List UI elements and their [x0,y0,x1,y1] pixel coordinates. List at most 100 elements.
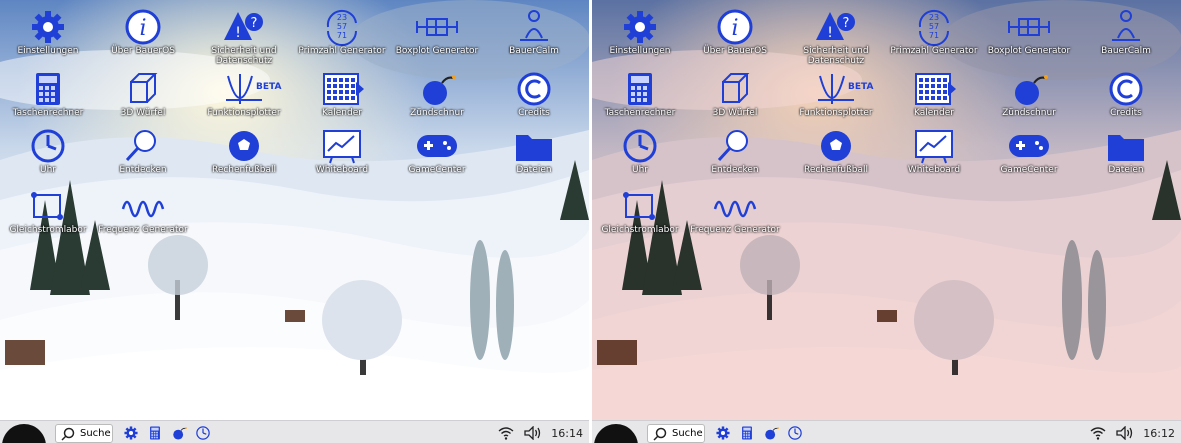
svg-text:57: 57 [337,22,347,31]
search-icon [653,427,667,441]
meditation-icon [1112,10,1140,41]
taskbar-clock-icon[interactable] [786,424,804,442]
taskbar-gear-icon[interactable] [714,424,732,442]
desktop-icon-gamecenter[interactable]: GameCenter [389,127,485,175]
desktop-icon-primzahl-generator[interactable]: 23 57 71 Primzahl Generator [886,8,982,56]
search-button[interactable]: Suche [55,424,113,443]
desktop-icon-bauercalm[interactable]: BauerCalm [486,8,582,56]
wifi-icon[interactable] [1090,426,1106,440]
taskbar-bomb-icon[interactable] [762,424,780,442]
desktop-icon-dateien[interactable]: Dateien [486,127,582,175]
desktop-icon-über-baueros[interactable]: i Über BauerOS [95,8,191,56]
desktop-icon-label: Gleichstromlabor [9,225,87,235]
desktop-icon-label: Credits [1110,108,1142,118]
desktop-icon-zündschnur[interactable]: Zündschnur [981,70,1077,118]
desktop-icon-gleichstromlabor[interactable]: Gleichstromlabor [592,187,688,235]
desktop-icon-credits[interactable]: Credits [486,70,582,118]
taskbar-calculator-icon[interactable] [146,424,164,442]
desktop-icon-einstellungen[interactable]: Einstellungen [592,8,688,56]
desktop-icon-dateien[interactable]: Dateien [1078,127,1174,175]
desktop-icon-taschenrechner[interactable]: Taschenrechner [592,70,688,118]
desktop-icon-entdecken[interactable]: Entdecken [95,127,191,175]
desktop-icon-label: Zündschnur [1002,108,1056,118]
clock-icon [623,129,657,163]
wifi-icon[interactable] [498,426,514,440]
svg-text:57: 57 [929,22,939,31]
svg-text:23: 23 [337,13,347,22]
search-label: Suche [80,428,111,439]
start-button[interactable] [594,424,638,443]
search-button[interactable]: Suche [647,424,705,443]
desktop-icon-gamecenter[interactable]: GameCenter [981,127,1077,175]
desktop-icon-label: Entdecken [119,165,167,175]
desktop-icon-label: Über BauerOS [703,46,767,56]
desktop-icon-funktionsplotter[interactable]: BETA Funktionsplotter [788,70,884,118]
desktop-icon-whiteboard[interactable]: Whiteboard [886,127,982,175]
taskbar-gear-icon[interactable] [122,424,140,442]
desktop-icon-label: Whiteboard [907,165,961,175]
svg-text:71: 71 [337,31,347,40]
desktop-icon-zündschnur[interactable]: Zündschnur [389,70,485,118]
clock-time[interactable]: 16:14 [551,422,583,443]
desktop-icon-grid: Einstellungen i Über BauerOS!? Sicherheit u… [592,0,1181,420]
desktop-icon-3d-würfel[interactable]: 3D Würfel [687,70,783,118]
desktop-icon-taschenrechner[interactable]: Taschenrechner [0,70,96,118]
desktop-icon-label: Frequenz Generator [98,225,188,235]
desktop-icon-kalender[interactable]: Kalender [294,70,390,118]
start-button[interactable] [2,424,46,443]
desktop-icon-gleichstromlabor[interactable]: Gleichstromlabor [0,187,96,235]
taskbar-bomb-icon[interactable] [170,424,188,442]
desktop-icon-bauercalm[interactable]: BauerCalm [1078,8,1174,56]
boxplot-icon [1008,18,1050,36]
desktop-icon-über-baueros[interactable]: i Über BauerOS [687,8,783,56]
desktop-icon-sicherheit-und-datenschutz[interactable]: !? Sicherheit und Datenschutz [196,8,292,66]
taskbar-clock-icon[interactable] [194,424,212,442]
desktop-icon-label: Rechenfußball [803,165,869,175]
desktop-icon-rechenfußball[interactable]: Rechenfußball [788,127,884,175]
desktop-icon-entdecken[interactable]: Entdecken [687,127,783,175]
desktop-icon-label: Funktionsplotter [799,108,873,118]
desktop-icon-frequenz-generator[interactable]: Frequenz Generator [687,187,783,235]
clock-time[interactable]: 16:12 [1143,422,1175,443]
desktop-icon-boxplot-generator[interactable]: Boxplot Generator [981,8,1077,56]
desktop-icon-frequenz-generator[interactable]: Frequenz Generator [95,187,191,235]
volume-icon[interactable] [524,426,542,440]
wave-icon [713,200,757,218]
desktop-icon-label: Taschenrechner [604,108,676,118]
search-label: Suche [672,428,703,439]
desktop-icon-label: Boxplot Generator [395,46,479,56]
desktop-icon-einstellungen[interactable]: Einstellungen [0,8,96,56]
desktop-icon-sicherheit-und-datenschutz[interactable]: !? Sicherheit und Datenschutz [788,8,884,66]
desktop-icon-funktionsplotter[interactable]: BETA Funktionsplotter [196,70,292,118]
desktop-icon-label: Frequenz Generator [690,225,780,235]
desktop-icon-whiteboard[interactable]: Whiteboard [294,127,390,175]
bomb-icon [423,75,456,105]
desktop-icon-label: GameCenter [408,165,466,175]
taskbar-calculator-icon[interactable] [738,424,756,442]
desktop-icon-label: BauerCalm [1101,46,1151,56]
desktop-icon-primzahl-generator[interactable]: 23 57 71 Primzahl Generator [294,8,390,56]
circuit-icon [623,192,655,220]
desktop-icon-label: Uhr [40,165,56,175]
svg-text:71: 71 [929,31,939,40]
desktop-icon-uhr[interactable]: Uhr [592,127,688,175]
desktop-icon-uhr[interactable]: Uhr [0,127,96,175]
desktop-icon-boxplot-generator[interactable]: Boxplot Generator [389,8,485,56]
volume-icon[interactable] [1116,426,1134,440]
info-icon: i [717,9,753,45]
desktop-icon-rechenfußball[interactable]: Rechenfußball [196,127,292,175]
desktop-icon-label: Über BauerOS [111,46,175,56]
desktop-icon-3d-würfel[interactable]: 3D Würfel [95,70,191,118]
svg-text:!: ! [827,25,833,41]
desktop-icon-label: Einstellungen [609,46,671,56]
desktop-icon-kalender[interactable]: Kalender [886,70,982,118]
copyright-icon [1109,72,1143,106]
desktop-icon-credits[interactable]: Credits [1078,70,1174,118]
desktop-icon-label: Credits [518,108,550,118]
desktop-icon-label: Dateien [1108,165,1144,175]
cube-icon [722,73,750,103]
calendar-icon [323,73,364,105]
circuit-icon [31,192,63,220]
desktop-comparison: Einstellungen i Über BauerOS!? Sicherheit u… [0,0,1181,443]
desktop-icon-label: Gleichstromlabor [601,225,679,235]
